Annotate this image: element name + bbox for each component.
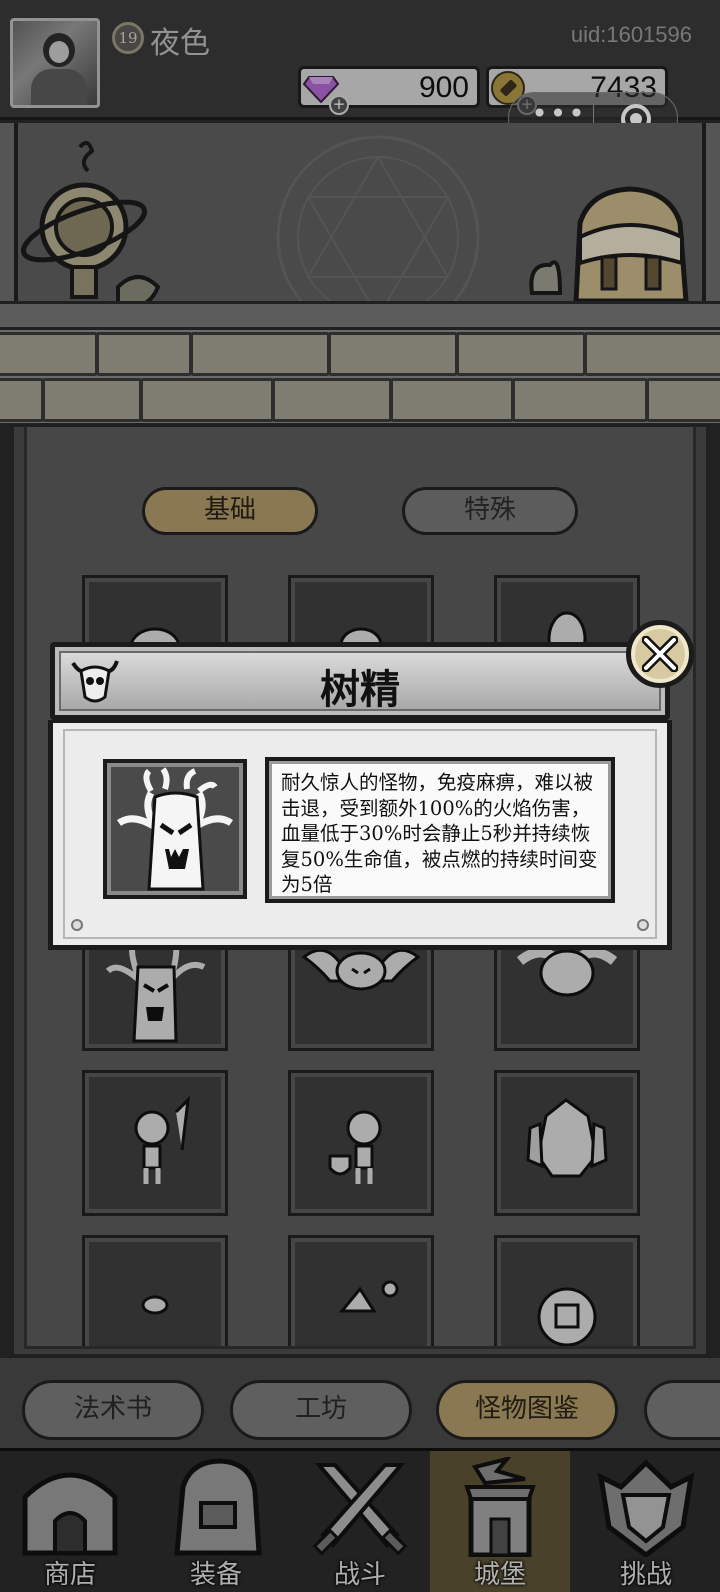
magic-circle-icon [276, 135, 480, 327]
close-icon [642, 636, 678, 672]
rock-golem-icon [526, 1098, 608, 1178]
orrery-icon[interactable] [18, 137, 168, 317]
nav-equipment[interactable]: 装备 [146, 1451, 286, 1592]
tab-basic[interactable]: 基础 [142, 487, 318, 535]
gem-amount: 900 [418, 71, 469, 104]
castle-icon [464, 1457, 536, 1557]
monster-card-slime[interactable] [82, 1235, 228, 1346]
avatar[interactable] [10, 18, 100, 108]
nav-challenge[interactable]: 挑战 [576, 1451, 716, 1592]
nav-label-castle: 城堡 [473, 1560, 526, 1590]
nav-label-equipment: 装备 [189, 1560, 242, 1590]
shop-hut-icon [22, 1472, 118, 1556]
crossed-swords-icon [312, 1463, 408, 1556]
tab-monster-compendium[interactable]: 怪物图鉴 [436, 1380, 618, 1440]
modal-body: 耐久惊人的怪物，免疫麻痹，难以被击退，受到额外100%的火焰伤害，血量低于30%… [48, 720, 672, 950]
modal-header: 树精 [50, 642, 670, 720]
monster-description: 耐久惊人的怪物，免疫麻痹，难以被击退，受到额外100%的火焰伤害，血量低于30%… [281, 771, 598, 896]
backpack-icon[interactable] [520, 183, 700, 313]
monster-description-box: 耐久惊人的怪物，免疫麻痹，难以被击退，受到额外100%的火焰伤害，血量低于30%… [265, 757, 615, 903]
tab-more[interactable] [644, 1380, 720, 1440]
nav-shop[interactable]: 商店 [0, 1451, 140, 1592]
monster-card-skeleton-sword[interactable] [82, 1070, 228, 1216]
stone-disc-icon [537, 1287, 597, 1346]
nav-castle[interactable]: 城堡 [430, 1451, 570, 1592]
nav-label-battle: 战斗 [333, 1560, 386, 1590]
player-uid: uid:1601596 [570, 22, 692, 47]
nav-label-challenge: 挑战 [619, 1560, 672, 1590]
skeleton-shield-icon [328, 1110, 382, 1184]
nav-battle[interactable]: 战斗 [290, 1451, 430, 1592]
nav-label-shop: 商店 [43, 1560, 96, 1590]
monster-card-rock-golem[interactable] [494, 1070, 640, 1216]
backpack-icon [174, 1458, 262, 1556]
tab-special[interactable]: 特殊 [402, 487, 578, 535]
close-button[interactable] [626, 620, 694, 688]
level-badge: 19 [112, 22, 144, 54]
castle-menu-strip: 法术书 工坊 怪物图鉴 [0, 1358, 720, 1448]
spike-icon [338, 1280, 399, 1313]
bottom-navigation: 商店 装备 战斗 城堡 挑战 [0, 1448, 720, 1592]
shield-crest-icon [597, 1459, 695, 1557]
monster-card-skeleton-shield[interactable] [288, 1070, 434, 1216]
top-status-bar: 19 夜色 uid:1601596 + 900 + 7433 ••• [0, 0, 720, 144]
slime-icon [141, 1295, 169, 1315]
gem-counter[interactable]: + 900 [298, 66, 480, 115]
monster-portrait [103, 759, 247, 899]
monster-card-stone-disc[interactable] [494, 1235, 640, 1346]
treant-icon [116, 767, 234, 891]
monster-detail-modal: 树精 耐久惊人的怪物，免疫麻痹，难以被击退，受到额外100%的火焰伤害，血量低于… [48, 620, 694, 952]
player-name: 夜色 [150, 26, 210, 61]
tab-workshop[interactable]: 工坊 [230, 1380, 412, 1440]
monster-card-spike[interactable] [288, 1235, 434, 1346]
add-gems-icon[interactable]: + [329, 95, 349, 115]
tab-spellbook[interactable]: 法术书 [22, 1380, 204, 1440]
skeleton-sword-icon [134, 1095, 191, 1184]
castle-scene [0, 123, 720, 423]
modal-title: 树精 [320, 666, 400, 713]
